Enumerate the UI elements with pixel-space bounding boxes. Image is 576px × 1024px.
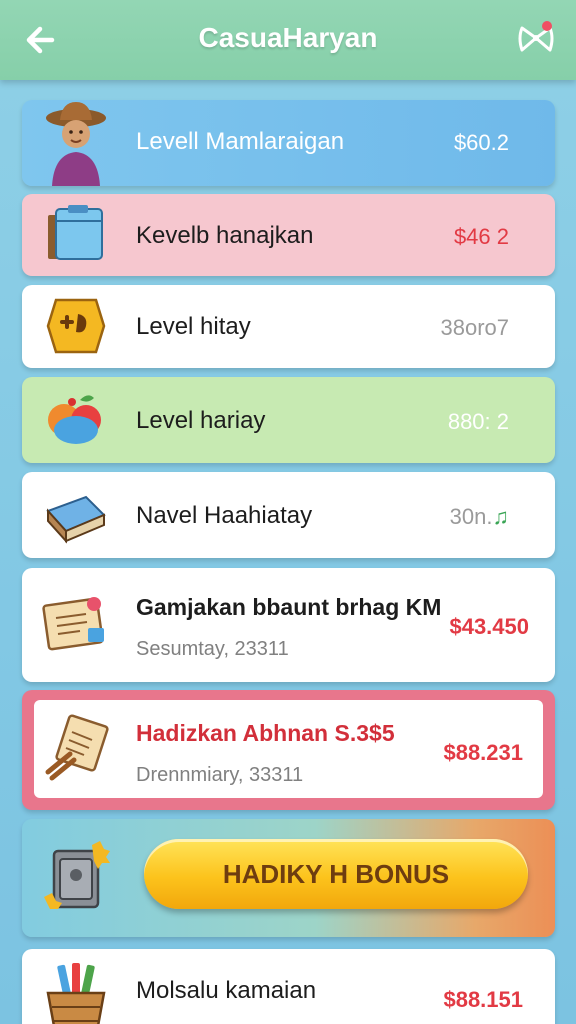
row-label: Level hitay — [136, 313, 251, 340]
blue-box-icon — [48, 205, 103, 260]
parchment-icon — [45, 714, 109, 781]
row-value: 30n.♫ — [450, 504, 509, 530]
detail-value: $43.450 — [449, 614, 529, 639]
row-value: 38oro7 — [440, 315, 509, 340]
list-item[interactable]: Navel Haahiatay 30n.♫ — [22, 472, 555, 558]
page-title: CasuaHaryan — [198, 22, 378, 53]
row-label: Level hariay — [136, 407, 266, 434]
row-value: $60.2 — [453, 130, 509, 155]
gold-badge-icon — [46, 298, 106, 354]
ribbon-logo-icon — [518, 21, 554, 52]
row-value: 880: 2 — [447, 409, 509, 434]
menu-button[interactable] — [516, 18, 556, 58]
row-label: Kevelb hanajkan — [136, 222, 314, 249]
detail-title: Hadizkan Abhnan S.3$5 — [136, 720, 395, 746]
list-item[interactable]: Level hitay 38oro7 — [22, 285, 555, 368]
row-label: Levell Mamlaraigan — [136, 128, 345, 155]
fruit-basket-icon — [48, 395, 101, 444]
list-item[interactable]: Level hariay 880: 2 — [22, 377, 555, 463]
row-label: Molsalu kamaian — [136, 977, 317, 1004]
list-item[interactable]: Kevelb hanajkan $46 2 — [22, 194, 555, 276]
row-label: Navel Haahiatay — [136, 502, 313, 529]
list-item[interactable]: Molsalu kamaian $88.151 — [22, 949, 555, 1024]
detail-subtitle: Drennmiary, 33311 — [136, 764, 304, 786]
row-value-text: 30n. — [449, 504, 493, 529]
farmer-avatar-icon — [46, 102, 106, 186]
detail-value: $88.231 — [443, 740, 523, 765]
treasure-safe-icon — [44, 841, 110, 909]
detail-title: Gamjakan bbaunt brhag KM — [136, 594, 442, 620]
detail-list-item-highlighted[interactable]: Hadizkan Abhnan S.3$5 Drennmiary, 33311 … — [22, 690, 555, 810]
music-note-icon: ♫ — [492, 504, 510, 529]
detail-list-item[interactable]: Gamjakan bbaunt brhag KM Sesumtay, 23311… — [22, 568, 555, 682]
row-value: $46 2 — [453, 224, 509, 249]
app-header: CasuaHaryan — [0, 0, 576, 80]
list-item[interactable]: Levell Mamlaraigan $60.2 — [22, 100, 555, 186]
bonus-button[interactable]: HADIKY H BONUS — [144, 839, 528, 909]
detail-subtitle: Sesumtay, 23311 — [136, 638, 289, 660]
book-stack-icon — [46, 495, 106, 544]
basket-icon — [46, 963, 106, 1024]
row-value: $88.151 — [443, 987, 523, 1012]
scroll-letter-icon — [42, 597, 104, 651]
